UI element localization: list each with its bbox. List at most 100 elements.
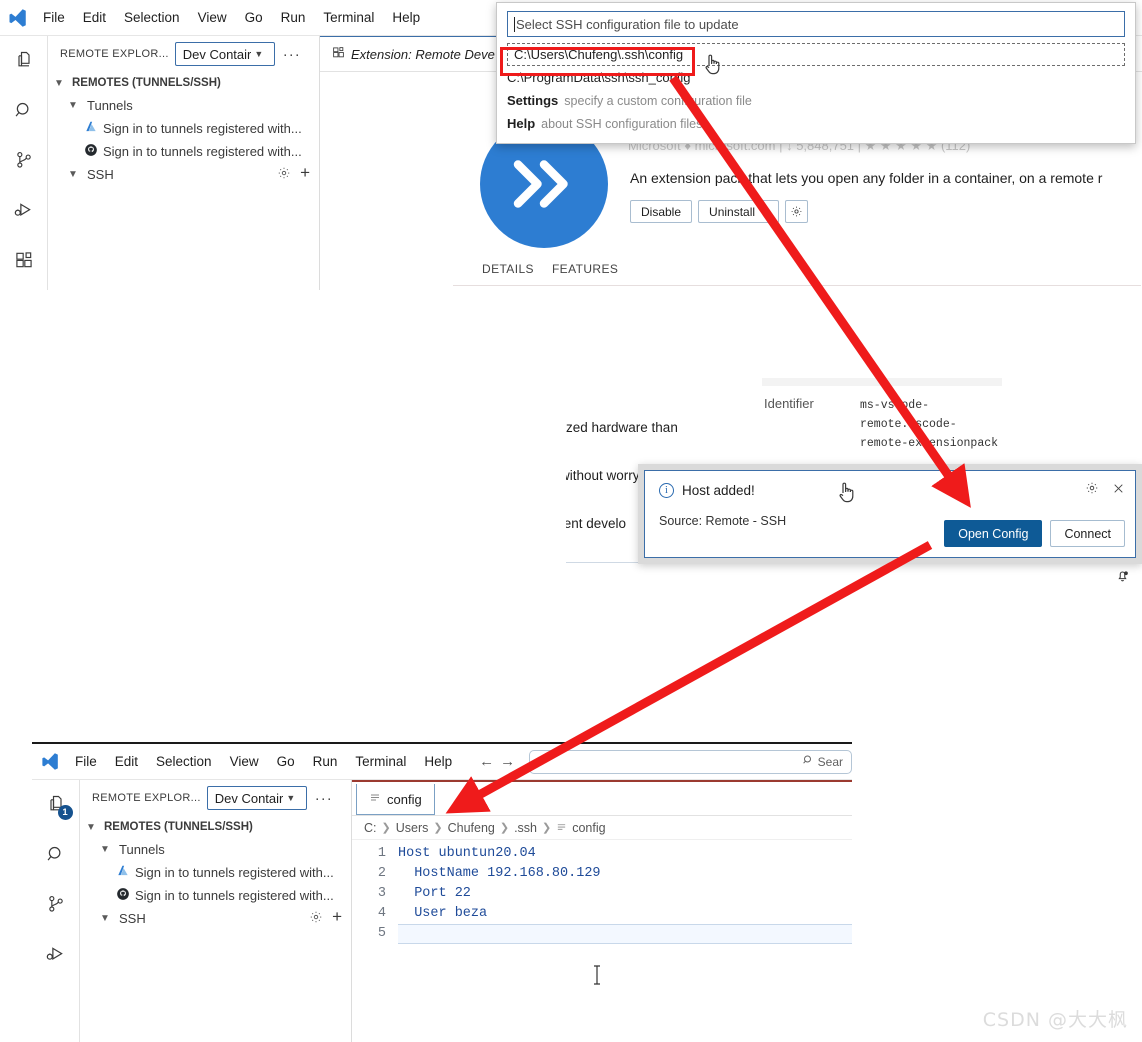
dropdown-label: Dev Contair: [182, 46, 252, 62]
sidebar-more-actions[interactable]: ···: [313, 790, 335, 807]
tunnel-signin-label: Sign in to tunnels registered with...: [135, 865, 334, 880]
open-config-button[interactable]: Open Config: [944, 520, 1043, 547]
remotes-section-header[interactable]: ▼ REMOTES (TUNNELS/SSH): [80, 816, 351, 838]
menu-go[interactable]: Go: [268, 751, 304, 773]
sidebar-more-actions[interactable]: ···: [281, 46, 303, 63]
breadcrumb-item-chufeng[interactable]: Chufeng: [448, 821, 495, 835]
menu-selection[interactable]: Selection: [147, 751, 221, 773]
extensions-icon[interactable]: [10, 246, 38, 274]
notification-title: Host added!: [682, 483, 755, 498]
chevron-down-icon: ▼: [760, 207, 768, 216]
chevron-right-icon: ❯: [499, 822, 510, 834]
run-debug-icon[interactable]: [42, 940, 70, 968]
menu-run[interactable]: Run: [272, 7, 315, 29]
file-icon: [369, 792, 381, 807]
menu-file[interactable]: File: [34, 7, 74, 29]
dropdown-label: Dev Contair: [214, 790, 284, 806]
manage-gear-icon[interactable]: [784, 200, 808, 223]
tunnel-signin-label: Sign in to tunnels registered with...: [135, 888, 334, 903]
menu-go[interactable]: Go: [236, 7, 272, 29]
gear-icon[interactable]: [1085, 481, 1099, 500]
menu-edit[interactable]: Edit: [106, 751, 147, 773]
menu-view[interactable]: View: [189, 7, 236, 29]
breadcrumb-item-config[interactable]: config: [572, 821, 605, 835]
menu-edit[interactable]: Edit: [74, 7, 115, 29]
search-input[interactable]: Sear: [529, 749, 852, 774]
explorer-icon[interactable]: [10, 46, 38, 74]
breadcrumb-item-ssh[interactable]: .ssh: [514, 821, 537, 835]
quickpick-item-settings[interactable]: Settings specify a custom configuration …: [497, 89, 1135, 112]
tab-features[interactable]: FEATURES: [552, 262, 618, 276]
quickpick-item-programdata-config[interactable]: C:\ProgramData\ssh\ssh_config: [497, 66, 1135, 89]
search-placeholder: Sear: [817, 754, 843, 769]
dev-container-dropdown[interactable]: Dev Contair ▼: [206, 786, 307, 810]
menu-run[interactable]: Run: [304, 751, 347, 773]
menu-terminal[interactable]: Terminal: [314, 7, 383, 29]
text-caret: [514, 16, 515, 32]
breadcrumb-item-users[interactable]: Users: [396, 821, 429, 835]
quickpick-item-label: C:\Users\Chufeng\.ssh\config: [514, 47, 684, 62]
chevron-down-icon: ▼: [86, 821, 96, 833]
menu-terminal[interactable]: Terminal: [346, 751, 415, 773]
code-lines[interactable]: Host ubuntun20.04 HostName 192.168.80.12…: [398, 844, 852, 944]
back-arrow-icon[interactable]: ←: [479, 754, 494, 769]
tree-group-ssh[interactable]: ▼ SSH +: [48, 163, 319, 186]
tunnel-signin-github[interactable]: Sign in to tunnels registered with...: [80, 884, 351, 907]
identifier-key: Identifier: [764, 396, 814, 411]
explorer-icon[interactable]: 1: [42, 790, 73, 820]
tab-config[interactable]: config: [356, 784, 435, 815]
menu-view[interactable]: View: [221, 751, 268, 773]
plus-icon[interactable]: +: [300, 164, 310, 183]
source-control-icon[interactable]: [10, 146, 38, 174]
disable-button[interactable]: Disable: [630, 200, 693, 223]
tunnel-signin-azure[interactable]: Sign in to tunnels registered with...: [80, 861, 351, 884]
breadcrumb-item-drive[interactable]: C:: [364, 821, 377, 835]
menu-selection[interactable]: Selection: [115, 7, 189, 29]
run-debug-icon[interactable]: [10, 196, 38, 224]
search-icon[interactable]: [42, 840, 70, 868]
chevron-down-icon: ▼: [286, 793, 296, 803]
github-icon: [84, 143, 98, 160]
menu-help[interactable]: Help: [383, 7, 429, 29]
quickpick-list: C:\Users\Chufeng\.ssh\config C:\ProgramD…: [497, 41, 1135, 141]
connect-button[interactable]: Connect: [1050, 520, 1125, 547]
tree-group-tunnels[interactable]: ▼ Tunnels: [80, 838, 351, 861]
tree-group-ssh[interactable]: ▼ SSH +: [80, 907, 351, 930]
tab-label: Extension: Remote Deve: [351, 46, 495, 62]
tree-group-tunnels[interactable]: ▼ Tunnels: [48, 94, 319, 117]
code-line: Host ubuntun20.04: [398, 846, 536, 861]
quickpick-item-description: about SSH configuration files: [541, 116, 703, 131]
chevron-down-icon: ▼: [254, 49, 264, 59]
menu-help[interactable]: Help: [415, 751, 461, 773]
tab-extension-remote-development[interactable]: Extension: Remote Deve: [320, 36, 508, 71]
dev-container-dropdown[interactable]: Dev Contair ▼: [174, 42, 275, 66]
bottom-sidebar-header: REMOTE EXPLOR... Dev Contair ▼ ···: [80, 780, 351, 816]
tab-details[interactable]: DETAILS: [482, 262, 534, 276]
forward-arrow-icon[interactable]: →: [500, 754, 515, 769]
extension-tabs-rule: [453, 285, 1141, 286]
close-icon[interactable]: [1112, 482, 1125, 500]
extension-action-buttons: Disable Uninstall ▼: [630, 200, 808, 223]
quickpick-input[interactable]: Select SSH configuration file to update: [507, 11, 1125, 37]
search-icon[interactable]: [10, 96, 38, 124]
config-editor[interactable]: 1 2 3 4 5 Host ubuntun20.04 HostName 192…: [352, 840, 852, 944]
quickpick-item-help[interactable]: Help about SSH configuration files: [497, 112, 1135, 135]
bell-icon[interactable]: [1115, 568, 1130, 588]
gear-icon[interactable]: [277, 166, 291, 183]
chevron-down-icon: ▼: [54, 77, 64, 89]
tunnel-signin-github[interactable]: Sign in to tunnels registered with...: [48, 140, 319, 163]
extension-icon: [332, 46, 345, 62]
quickpick-item-user-config[interactable]: C:\Users\Chufeng\.ssh\config: [507, 43, 1125, 66]
tunnel-signin-label: Sign in to tunnels registered with...: [103, 121, 302, 136]
tunnel-signin-azure[interactable]: Sign in to tunnels registered with...: [48, 117, 319, 140]
source-control-icon[interactable]: [42, 890, 70, 918]
tunnels-label: Tunnels: [119, 842, 165, 857]
gear-icon[interactable]: [309, 910, 323, 927]
remotes-section-header[interactable]: ▼ REMOTES (TUNNELS/SSH): [48, 72, 319, 94]
uninstall-button[interactable]: Uninstall ▼: [698, 200, 779, 223]
mouse-cursor-quickpick: [702, 52, 722, 81]
plus-icon[interactable]: +: [332, 908, 342, 927]
menu-file[interactable]: File: [66, 751, 106, 773]
extension-body-line-2: without worry: [566, 468, 640, 483]
chevron-right-icon: ❯: [433, 822, 443, 834]
